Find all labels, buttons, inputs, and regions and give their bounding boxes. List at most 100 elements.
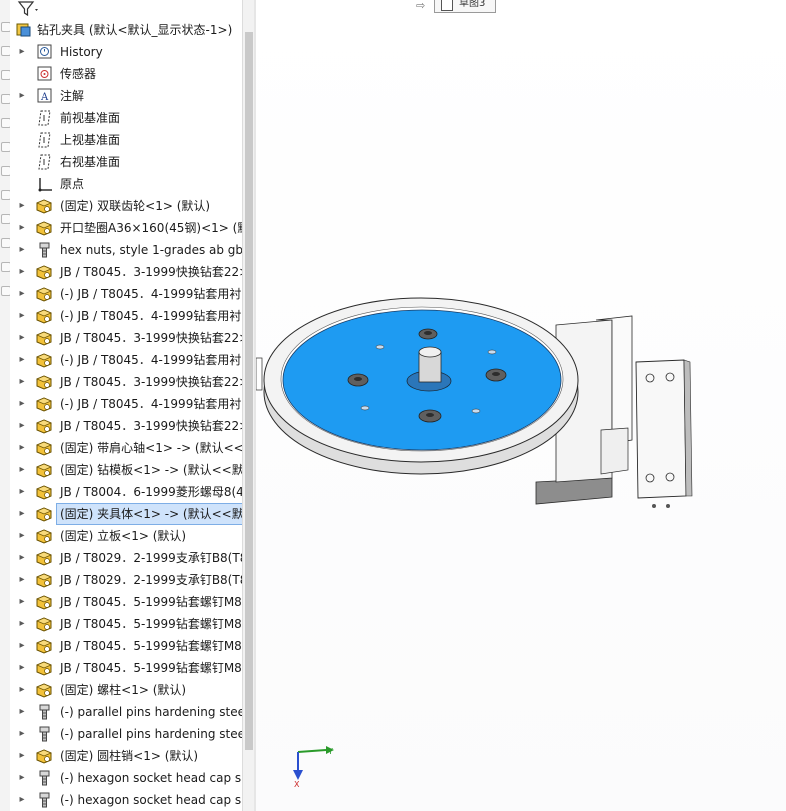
tree-item[interactable]: ▸ (-) parallel pins hardening stee	[10, 701, 242, 723]
expand-arrow-icon[interactable]: ▸	[16, 397, 28, 411]
expand-arrow-icon[interactable]: ▸	[16, 287, 28, 301]
drill-bushing-right[interactable]	[485, 368, 507, 382]
origin-icon	[35, 175, 55, 193]
tree-item[interactable]: ▸ JB / T8029．2-1999支承钉B8(T8	[10, 547, 242, 569]
model-3d-view[interactable]: Y X	[256, 0, 786, 811]
expand-arrow-icon[interactable]: ▸	[16, 331, 28, 345]
tree-item[interactable]: ▸ 开口垫圈A36×160(45钢)<1> (默	[10, 217, 242, 239]
expand-arrow-icon[interactable]: ▸	[16, 507, 28, 521]
plane-icon	[35, 109, 55, 127]
part-icon	[35, 483, 55, 501]
tree-item[interactable]: ▸ (-) JB / T8045．4-1999钻套用衬	[10, 283, 242, 305]
expand-arrow-icon[interactable]: ▸	[16, 243, 28, 257]
expand-arrow-icon[interactable]: ▸	[16, 771, 28, 785]
tree-item[interactable]: ▸ (-) parallel pins hardening stee	[10, 723, 242, 745]
expand-arrow-icon[interactable]: ▸	[16, 485, 28, 499]
expand-arrow-icon[interactable]: ▸	[16, 727, 28, 741]
part-icon	[35, 307, 55, 325]
tree-item[interactable]: 上视基准面	[10, 129, 242, 151]
expand-arrow-icon[interactable]: ▸	[16, 265, 28, 279]
tree-item[interactable]: ▸ JB / T8045．5-1999钻套螺钉M8	[10, 591, 242, 613]
expand-arrow-icon[interactable]: ▸	[16, 595, 28, 609]
tree-item[interactable]: ▸ (-) hexagon socket head cap s	[10, 789, 242, 811]
expand-arrow-icon[interactable]: ▸	[16, 639, 28, 653]
part-icon	[35, 505, 55, 523]
annotation-icon: A	[35, 87, 55, 105]
expand-arrow-icon[interactable]: ▸	[16, 749, 28, 763]
bolt-icon	[35, 769, 55, 787]
tree-item-label: 钻孔夹具 (默认<默认_显示状态-1>)	[37, 23, 233, 37]
tree-item[interactable]: ▸ JB / T8045．5-1999钻套螺钉M8	[10, 613, 242, 635]
tree-item-label: (固定) 圆柱销<1> (默认)	[60, 749, 199, 763]
tree-item[interactable]: ▸ (固定) 螺柱<1> (默认)	[10, 679, 242, 701]
graphics-viewport[interactable]: ⇨ 草图3 Y X	[256, 0, 786, 811]
tree-item[interactable]: ▸ JB / T8045．5-1999钻套螺钉M8	[10, 657, 242, 679]
tree-item[interactable]: 前视基准面	[10, 107, 242, 129]
expand-arrow-icon[interactable]: ▸	[16, 617, 28, 631]
expand-arrow-icon[interactable]: ▸	[16, 529, 28, 543]
svg-text:Y: Y	[327, 747, 333, 756]
expand-arrow-icon[interactable]: ▸	[16, 309, 28, 323]
tree-item[interactable]: ▸ JB / T8045．3-1999快换钻套22>	[10, 371, 242, 393]
tree-item-label: JB / T8029．2-1999支承钉B8(T8	[60, 551, 242, 565]
expand-arrow-icon[interactable]: ▸	[16, 573, 28, 587]
tree-item-label: 右视基准面	[60, 155, 121, 169]
tree-item[interactable]: ▸ History	[10, 41, 242, 63]
expand-arrow-icon[interactable]: ▸	[16, 683, 28, 697]
drill-bushing-left[interactable]	[347, 373, 369, 387]
drill-bushing-top[interactable]	[418, 328, 438, 340]
tree-item[interactable]: ▸ JB / T8045．3-1999快换钻套22>	[10, 415, 242, 437]
tree-item[interactable]: ▸ (固定) 圆柱销<1> (默认)	[10, 745, 242, 767]
tree-item[interactable]: ▸ (固定) 夹具体<1> -> (默认<<默	[10, 503, 242, 525]
tree-item[interactable]: 传感器	[10, 63, 242, 85]
part-icon	[35, 197, 55, 215]
coordinate-triad: Y X	[293, 746, 334, 789]
tree-item[interactable]: ▸ (固定) 带肩心轴<1> -> (默认<<	[10, 437, 242, 459]
tree-item[interactable]: ▸ hex nuts, style 1-grades ab gb	[10, 239, 242, 261]
tree-item[interactable]: ▸ JB / T8045．3-1999快换钻套22>	[10, 327, 242, 349]
tree-root[interactable]: ▸钻孔夹具 (默认<默认_显示状态-1>)	[10, 19, 242, 41]
tree-item[interactable]: ▸ JB / T8045．3-1999快换钻套22>	[10, 261, 242, 283]
expand-arrow-icon[interactable]: ▸	[16, 199, 28, 213]
tree-item[interactable]: ▸ JB / T8045．5-1999钻套螺钉M8	[10, 635, 242, 657]
sensor-icon	[35, 65, 55, 83]
expand-arrow-icon[interactable]: ▸	[16, 793, 28, 807]
tree-item[interactable]: ▸ A 注解	[10, 85, 242, 107]
tree-item[interactable]: ▸ JB / T8029．2-1999支承钉B8(T8	[10, 569, 242, 591]
tree-item[interactable]: ▸ (固定) 立板<1> (默认)	[10, 525, 242, 547]
tree-item[interactable]: ▸ (固定) 钻模板<1> -> (默认<<默	[10, 459, 242, 481]
expand-arrow-icon[interactable]: ▸	[16, 551, 28, 565]
part-icon	[35, 549, 55, 567]
svg-text:X: X	[294, 780, 300, 789]
tree-item[interactable]: 右视基准面	[10, 151, 242, 173]
tree-item[interactable]: ▸ JB / T8004．6-1999菱形螺母8(4	[10, 481, 242, 503]
tree-item-label: History	[60, 45, 103, 59]
tree-item-label: (固定) 夹具体<1> -> (默认<<默	[56, 503, 242, 525]
filter-icon[interactable]	[16, 0, 56, 18]
tree-item[interactable]: 原点	[10, 173, 242, 195]
expand-arrow-icon[interactable]: ▸	[16, 661, 28, 675]
expand-arrow-icon[interactable]: ▸	[16, 419, 28, 433]
expand-arrow-icon[interactable]: ▸	[16, 221, 28, 235]
drill-bushing-bottom[interactable]	[418, 409, 442, 423]
tree-item-label: (固定) 双联齿轮<1> (默认)	[60, 199, 211, 213]
tree-item[interactable]: ▸ (-) JB / T8045．4-1999钻套用衬	[10, 393, 242, 415]
expand-arrow-icon[interactable]: ▸	[16, 705, 28, 719]
root-icon	[14, 21, 34, 39]
expand-arrow-icon[interactable]: ▸	[16, 441, 28, 455]
tree-item[interactable]: ▸ (-) hexagon socket head cap s	[10, 767, 242, 789]
tree-item-label: JB / T8045．5-1999钻套螺钉M8	[60, 661, 242, 675]
tree-item[interactable]: ▸ (-) JB / T8045．4-1999钻套用衬	[10, 349, 242, 371]
part-icon	[35, 681, 55, 699]
expand-arrow-icon[interactable]: ▸	[16, 353, 28, 367]
expand-arrow-icon[interactable]: ▸	[16, 89, 28, 103]
expand-arrow-icon[interactable]: ▸	[16, 375, 28, 389]
tree-item[interactable]: ▸ (-) JB / T8045．4-1999钻套用衬	[10, 305, 242, 327]
expand-arrow-icon[interactable]: ▸	[16, 463, 28, 477]
tree-item[interactable]: ▸ (固定) 双联齿轮<1> (默认)	[10, 195, 242, 217]
expand-arrow-icon[interactable]: ▸	[16, 45, 28, 59]
scrollbar-thumb[interactable]	[245, 32, 253, 750]
bolt-icon	[35, 703, 55, 721]
